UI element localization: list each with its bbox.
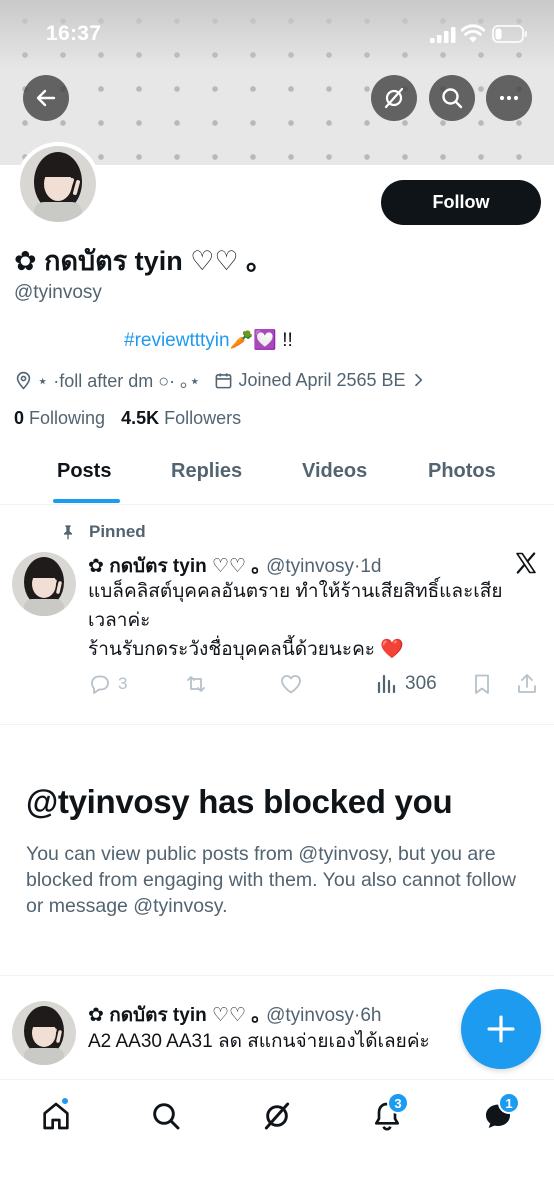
followers-link[interactable]: 4.5K Followers — [121, 408, 241, 428]
heart-icon — [281, 675, 301, 694]
tab-replies[interactable]: Replies — [171, 460, 242, 483]
tweet-author-avatar[interactable] — [12, 1001, 76, 1065]
ellipsis-icon — [499, 95, 519, 101]
tweet-author-handle[interactable]: @tyinvosy — [266, 1005, 354, 1026]
followers-count: 4.5K — [121, 408, 160, 428]
battery-icon — [492, 25, 527, 43]
tweet-action-bar: 3 306 — [88, 670, 540, 700]
profile-avatar[interactable] — [16, 142, 100, 226]
notifications-badge: 3 — [387, 1092, 409, 1114]
bookmark-button[interactable] — [470, 672, 494, 696]
views-button[interactable]: 306 — [375, 672, 437, 696]
grok-icon — [264, 1102, 290, 1130]
wifi-icon — [461, 24, 485, 43]
avatar-image — [12, 552, 76, 616]
follow-button[interactable]: Follow — [381, 180, 541, 225]
blocked-title: @tyinvosy has blocked you — [26, 783, 453, 820]
nav-grok[interactable] — [259, 1098, 295, 1134]
calendar-icon — [216, 372, 232, 388]
tab-videos[interactable]: Videos — [302, 460, 367, 483]
nav-search[interactable] — [148, 1098, 184, 1134]
bio-hashtag-link[interactable]: #reviewtttyin — [124, 330, 230, 351]
avatar-image — [12, 1001, 76, 1065]
divider — [0, 724, 554, 725]
status-bar: 16:37 — [0, 0, 554, 70]
tab-posts[interactable]: Posts — [57, 460, 111, 483]
reply-button[interactable]: 3 — [88, 672, 127, 696]
search-button[interactable] — [429, 75, 475, 121]
plus-icon — [487, 1015, 515, 1043]
compose-post-button[interactable] — [461, 989, 541, 1069]
chevron-right-icon[interactable] — [410, 372, 426, 388]
tweet-author-handle[interactable]: @tyinvosy — [266, 556, 354, 577]
profile-display-name: ✿ กดบัตร tyin ♡♡ ｡ — [14, 246, 260, 276]
nav-messages[interactable]: 1 — [480, 1092, 520, 1134]
repost-icon — [187, 676, 205, 692]
following-label: Following — [29, 408, 106, 428]
tab-photos[interactable]: Photos — [428, 460, 496, 483]
profile-handle: @tyinvosy — [14, 282, 102, 303]
blocked-description: You can view public posts from @tyinvosy… — [26, 843, 516, 917]
avatar-image — [20, 146, 96, 222]
tweet-text: แบล็คลิสต์บุคคลอันตราย ทำให้ร้านเสียสิทธ… — [88, 577, 503, 664]
search-icon — [153, 1103, 180, 1130]
tweet-text-line: ร้านรับกดระวังชื่อบุคคลนี้ด้วยนะคะ ❤️ — [88, 639, 404, 660]
profile-bio: #reviewtttyin🥕💟 !! — [124, 328, 293, 352]
bookmark-icon — [475, 674, 489, 694]
followers-label: Followers — [164, 408, 242, 428]
pinned-label: Pinned — [58, 522, 146, 542]
tweet-author-name[interactable]: ✿ กดบัตร tyin ♡♡ ｡ — [88, 1005, 261, 1026]
tweet-text: A2 AA30 AA31 ลด สแกนจ่ายเองได้เลยค่ะ — [88, 1031, 430, 1052]
grok-button[interactable] — [371, 75, 417, 121]
reply-icon — [91, 675, 109, 694]
more-options-button[interactable] — [486, 75, 532, 121]
arrow-left-icon — [36, 89, 56, 107]
bottom-navigation: 3 1 — [0, 1079, 554, 1199]
nav-home[interactable] — [38, 1096, 74, 1134]
tweet-time[interactable]: 6h — [360, 1005, 381, 1026]
following-count: 0 — [14, 408, 25, 428]
tweet-header: ✿ กดบัตร tyin ♡♡ ｡ @tyinvosy·6h — [88, 1005, 382, 1026]
like-button[interactable] — [279, 672, 303, 696]
status-time: 16:37 — [46, 22, 102, 45]
divider — [0, 975, 554, 976]
profile-meta-row: ⋆ ·foll after dm ○· ｡⋆ Joined April 2565… — [14, 367, 426, 393]
reply-count: 3 — [118, 674, 128, 693]
home-unread-dot — [60, 1096, 70, 1106]
tweet-author-name[interactable]: ✿ กดบัตร tyin ♡♡ ｡ — [88, 556, 261, 577]
active-tab-indicator — [53, 499, 120, 503]
back-button[interactable] — [23, 75, 69, 121]
location-pin-icon — [16, 371, 31, 390]
views-count: 306 — [405, 673, 437, 694]
tweet-text-line: เวลาค่ะ — [88, 610, 151, 631]
tweet-time[interactable]: 1d — [360, 556, 381, 577]
pin-icon — [64, 525, 72, 540]
profile-joined-date: Joined April 2565 BE — [238, 369, 406, 390]
follow-counts: 0 Following 4.5K Followers — [14, 408, 241, 429]
grok-icon — [384, 87, 404, 109]
bio-suffix: 🥕💟 !! — [229, 330, 293, 351]
signal-icon — [430, 27, 456, 43]
share-button[interactable] — [515, 672, 539, 696]
x-logo-icon[interactable] — [514, 551, 538, 575]
tweet-author-avatar[interactable] — [12, 552, 76, 616]
pinned-text: Pinned — [89, 522, 146, 541]
analytics-icon — [377, 674, 396, 694]
profile-tabs: Posts Replies Videos Photos — [0, 440, 554, 505]
messages-badge: 1 — [498, 1092, 520, 1114]
share-icon — [518, 674, 536, 693]
repost-button[interactable] — [184, 672, 208, 696]
tweet-text-line: แบล็คลิสต์บุคคลอันตราย ทำให้ร้านเสียสิทธ… — [88, 581, 503, 602]
following-link[interactable]: 0 Following — [14, 408, 105, 428]
profile-location: ⋆ ·foll after dm ○· ｡⋆ — [37, 371, 201, 391]
search-icon — [442, 88, 463, 109]
nav-notifications[interactable]: 3 — [369, 1092, 409, 1134]
